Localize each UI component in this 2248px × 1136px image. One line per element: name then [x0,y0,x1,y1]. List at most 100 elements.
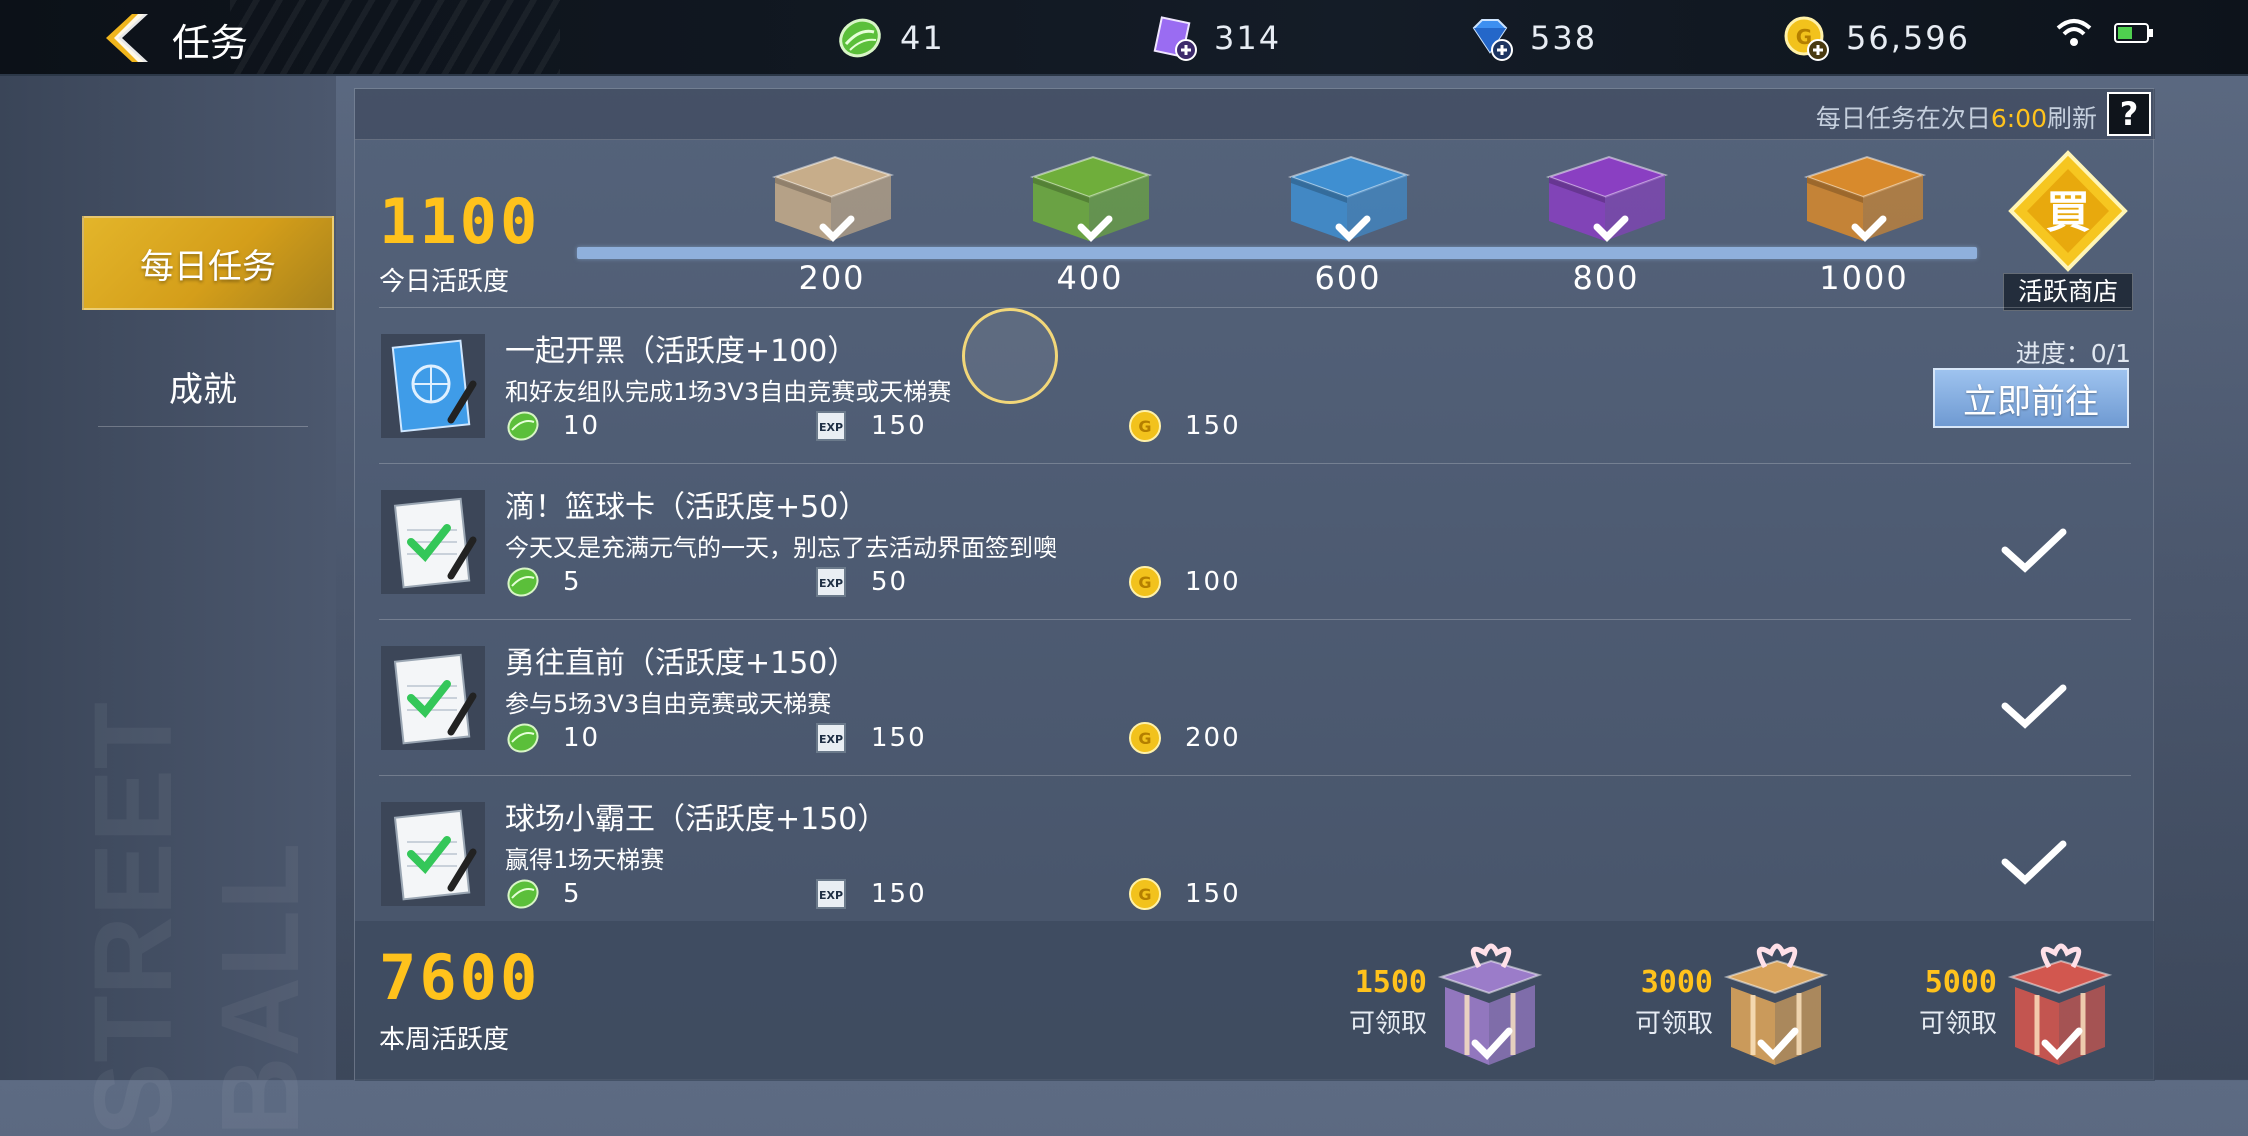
reward-value: 150 [871,411,927,441]
weekly-gift-3[interactable]: 5000 可领取 [1905,931,2235,1081]
gold-coin-icon: G [1129,878,1161,910]
reward-value: 100 [1185,567,1241,597]
gift-status: 可领取 [1918,1009,1997,1039]
daily-activity-label: 今日活跃度 [379,267,510,297]
exp-card-icon: EXP [816,411,846,441]
tab-achievements[interactable]: 成就 [98,346,308,427]
back-button[interactable] [98,10,154,66]
gift-box-icon [1723,943,1829,1065]
refresh-time: 6:00 [1990,104,2047,133]
chest-threshold: 800 [1572,259,1640,297]
weekly-activity-label: 本周活跃度 [379,1025,510,1055]
activity-chest-5[interactable] [1797,141,1931,259]
task-row: 勇往直前（活跃度+150） 参与5场3V3自由竞赛或天梯赛 10 EXP 150 G 200 [379,619,2131,776]
reward-ball: 10 [505,406,600,446]
gift-status: 可领取 [1634,1009,1713,1039]
daily-activity-score: 1100 [379,185,541,258]
checked-notebook-icon [381,646,485,750]
currency-gold[interactable]: G 56,596 [1782,14,1970,62]
chest-threshold: 400 [1056,259,1124,297]
currency-diamond[interactable]: 538 [1466,14,1597,62]
blue-notebook-icon [381,334,485,438]
reward-value: 10 [563,723,601,753]
gift-threshold: 1500 [1354,965,1427,1000]
reward-ball: 5 [505,874,582,914]
shoebox-icon [1287,155,1411,242]
top-bar-decoration [230,0,560,74]
reward-exp: EXP 150 [813,406,927,446]
activity-chest-2[interactable] [1023,141,1157,259]
reward-ball: 10 [505,718,600,758]
top-bar: 任务 41 314 538 G 56,596 [0,0,2248,76]
weekly-activity: 7600 本周活跃度 1500 可领取 3000 可领取 5000 可领取 [355,921,2155,1081]
gift-box-icon [1437,943,1543,1065]
chest-threshold: 200 [798,259,866,297]
help-button[interactable]: ? [2107,92,2151,136]
shoebox-icon [1029,155,1153,242]
checked-notebook-icon [381,802,485,906]
shoebox-icon [771,155,895,242]
svg-text:G: G [1138,729,1151,748]
green-ball-icon [507,723,539,753]
shoebox-icon [1803,155,1927,242]
reward-value: 150 [1185,879,1241,909]
reward-exp: EXP 150 [813,718,927,758]
weekly-activity-score: 7600 [379,941,541,1014]
help-icon: ? [2119,95,2139,133]
gift-threshold: 5000 [1924,965,1997,1000]
status-icons [2056,18,2154,48]
weekly-gift-2[interactable]: 3000 可领取 [1621,931,1951,1081]
task-progress: 进度：0/1 [2015,339,2131,368]
gold-coin-icon: G [1129,722,1161,754]
green-ball-icon [507,879,539,909]
reward-value: 5 [563,879,582,909]
svg-text:G: G [1138,885,1151,904]
tab-label: 每日任务 [140,246,276,287]
reward-value: 200 [1185,723,1241,753]
task-row: 球场小霸王（活跃度+150） 赢得1场天梯赛 5 EXP 150 G 150 [379,775,2131,932]
reward-value: 150 [1185,411,1241,441]
purple-card-icon [1150,14,1198,62]
activity-shop-button[interactable]: 買 活跃商店 [2003,147,2133,319]
sidebar-watermark: STREET BALL [72,702,322,1136]
tab-label: 成就 [169,369,237,410]
reward-value: 5 [563,567,582,597]
currency-ticket[interactable]: 314 [1150,14,1281,62]
activity-chest-4[interactable] [1539,141,1673,259]
task-name: 勇往直前（活跃度+150） [505,646,858,681]
task-description: 今天又是充满元气的一天，别忘了去活动界面签到噢 [505,534,1057,562]
touch-indicator [962,308,1058,404]
task-name: 球场小霸王（活跃度+150） [505,802,888,837]
completed-check-icon [2001,840,2067,885]
page-title: 任务 [172,21,249,65]
activity-chest-3[interactable] [1281,141,1415,259]
reward-ball: 5 [505,562,582,602]
task-panel: 每日任务在次日6:00刷新 ? 1100 今日活跃度 200 400 600 800 1… [354,88,2155,1081]
task-name: 一起开黑（活跃度+100） [505,334,858,369]
currency-value: 538 [1530,19,1598,57]
task-description: 赢得1场天梯赛 [505,846,665,874]
tab-daily-tasks[interactable]: 每日任务 [82,216,334,310]
task-name: 滴！篮球卡（活跃度+50） [505,490,869,525]
gift-threshold: 3000 [1640,965,1713,1000]
reward-gold: G 200 [1127,718,1241,758]
go-now-label: 立即前往 [1963,381,2099,422]
gold-coin-icon: G [1129,410,1161,442]
task-description: 和好友组队完成1场3V3自由竞赛或天梯赛 [505,378,952,406]
weekly-gift-1[interactable]: 1500 可领取 [1335,931,1665,1081]
completed-check-icon [2001,528,2067,573]
svg-text:EXP: EXP [819,733,843,746]
green-ball-icon [507,411,539,441]
reward-gold: G 100 [1127,562,1241,602]
currency-stamina[interactable]: 41 [836,14,945,62]
gold-coin-icon: G [1129,566,1161,598]
reward-exp: EXP 150 [813,874,927,914]
reward-value: 150 [871,723,927,753]
completed-check-icon [2001,684,2067,729]
activity-chest-1[interactable] [765,141,899,259]
svg-text:EXP: EXP [819,577,843,590]
svg-text:EXP: EXP [819,889,843,902]
currency-value: 41 [900,19,945,57]
svg-text:EXP: EXP [819,421,843,434]
go-now-button[interactable]: 立即前往 [1933,368,2129,428]
